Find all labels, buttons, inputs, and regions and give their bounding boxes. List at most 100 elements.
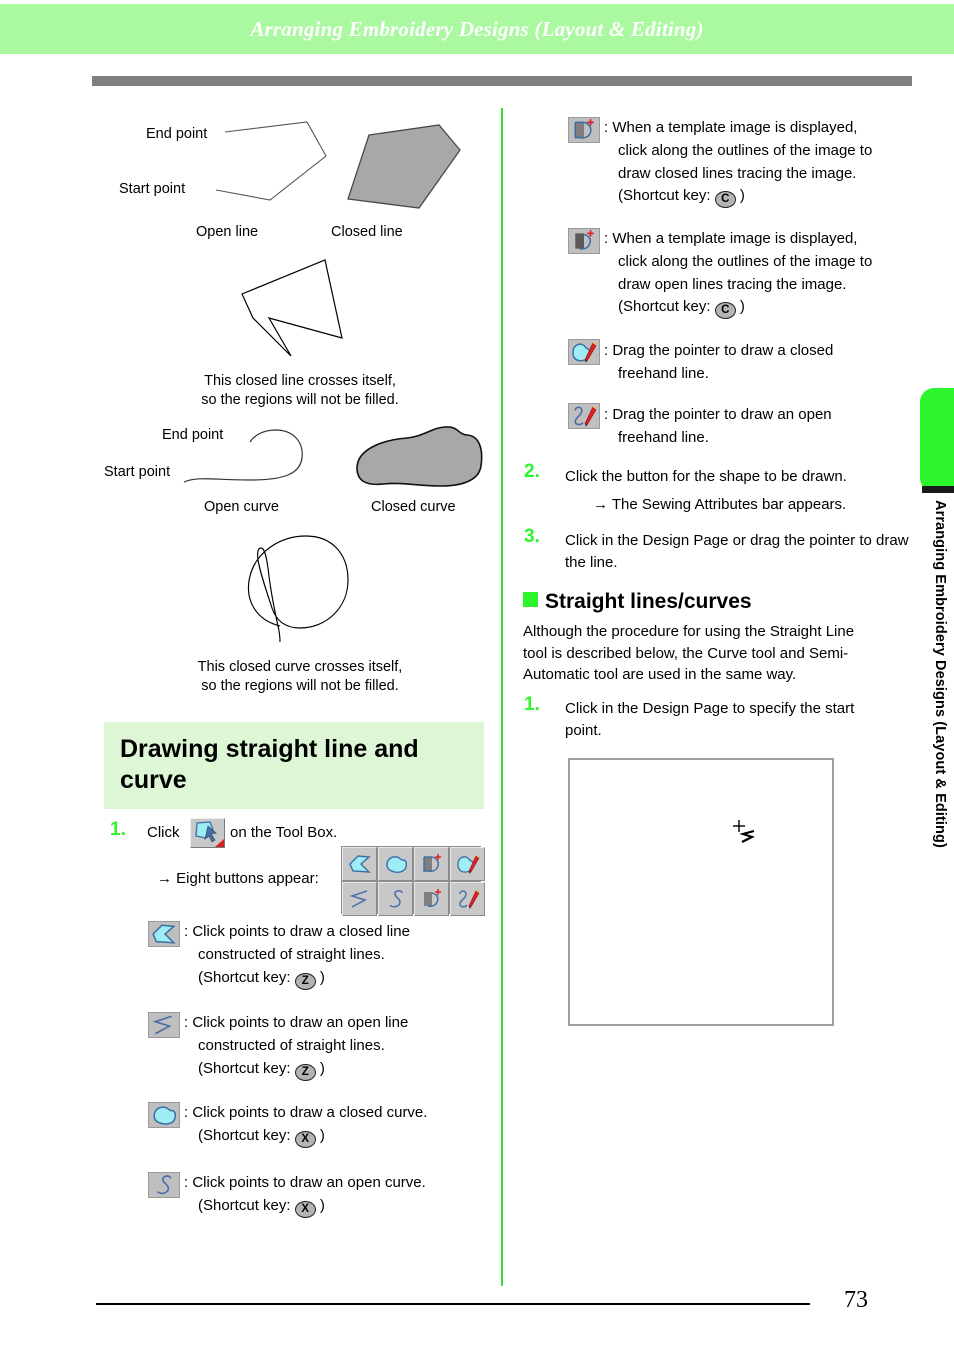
step-2-result: → The Sewing Attributes bar appears. (593, 496, 847, 513)
def-icon-open-curve[interactable] (148, 1172, 180, 1198)
semi-auto-closed-icon (422, 854, 441, 872)
def-shortcut-suffix: ) (319, 1059, 325, 1077)
figure-closed-line-label: Closed line (331, 224, 403, 240)
def-line2: click along the outlines of the image to (618, 141, 873, 159)
def-shortcut-prefix: (Shortcut key: (198, 1126, 291, 1144)
def-text-open-straight-line: : Click points to draw an open line cons… (184, 1012, 484, 1081)
def-shortcut-prefix: (Shortcut key: (618, 187, 711, 205)
def-shortcut-prefix: (Shortcut key: (618, 298, 711, 316)
def-colon: : (184, 1014, 189, 1031)
substep-1-text: Click in the Design Page to specify the … (565, 698, 925, 742)
self-crossing-line-figure (241, 259, 343, 357)
page-number: 73 (844, 1287, 868, 1313)
def-icon-freehand-closed[interactable] (568, 339, 600, 365)
subsection-para-line2: tool is described below, the Curve tool … (523, 644, 849, 662)
def-line3: draw closed lines tracing the image. (618, 164, 857, 182)
step-3-text: Click in the Design Page or drag the poi… (565, 532, 909, 571)
def-shortcut-suffix: ) (739, 187, 745, 205)
section-heading: Drawing straight line and curve (104, 722, 484, 809)
def-colon: : (604, 342, 609, 359)
step-1-text-before: Click (147, 824, 180, 841)
page-header-title: Arranging Embroidery Designs (Layout & E… (250, 17, 704, 41)
footer-rule (96, 1303, 810, 1305)
palette-button-closed-straight-line[interactable] (342, 847, 377, 881)
closed-curve-icon (153, 1106, 177, 1125)
def-icon-freehand-open[interactable] (568, 403, 600, 429)
palette-button-open-curve[interactable] (378, 882, 413, 916)
header-rule (92, 76, 912, 86)
manual-page: Arranging Embroidery Designs (Layout & E… (0, 0, 954, 1348)
def-line1: Drag the pointer to draw a closed (612, 342, 834, 359)
def-shortcut-prefix: (Shortcut key: (198, 968, 291, 986)
open-line-figure (215, 121, 327, 201)
def-icon-semi-auto-closed[interactable] (568, 117, 600, 143)
step-1-result: → Eight buttons appear: (157, 870, 319, 887)
palette-button-freehand-closed[interactable] (450, 847, 485, 881)
toolbox-shape-button-icon (195, 821, 224, 847)
def-icon-open-straight-line[interactable] (148, 1012, 180, 1038)
def-colon: : (604, 119, 609, 136)
def-shortcut-suffix: ) (319, 1126, 325, 1144)
design-page-canvas[interactable] (568, 758, 834, 1026)
figure-open-curve-label: Open curve (204, 499, 279, 515)
closed-line-figure (347, 124, 461, 209)
def-text-closed-curve: : Click points to draw a closed curve. (… (184, 1102, 484, 1148)
def-line2: click along the outlines of the image to (618, 252, 873, 270)
def-shortcut-suffix: ) (319, 1196, 325, 1214)
eight-buttons-palette[interactable] (341, 846, 485, 916)
figure-curve-caption: This closed curve crosses itself, so the… (110, 658, 490, 696)
freehand-open-icon (458, 889, 479, 909)
freehand-closed-icon (572, 341, 597, 363)
closed-curve-icon (385, 856, 407, 873)
closed-straight-line-icon (348, 855, 371, 873)
step-2-text: Click the button for the shape to be dra… (565, 468, 847, 485)
def-icon-semi-auto-open[interactable] (568, 228, 600, 254)
open-curve-figure (183, 429, 303, 483)
palette-button-closed-curve[interactable] (378, 847, 413, 881)
open-curve-icon (388, 890, 403, 908)
figure-line-caption: This closed line crosses itself, so the … (110, 372, 490, 410)
def-text-semi-auto-open: : When a template image is displayed, cl… (604, 228, 924, 320)
def-icon-closed-curve[interactable] (148, 1102, 180, 1128)
def-line2: constructed of straight lines. (198, 1036, 385, 1054)
freehand-open-icon (574, 405, 597, 427)
substep-1-line1: Click in the Design Page to specify the … (565, 700, 855, 717)
figure-curve-caption-line1: This closed curve crosses itself, (197, 659, 403, 675)
palette-button-freehand-open[interactable] (450, 882, 485, 916)
def-icon-closed-straight-line[interactable] (148, 921, 180, 947)
def-line3: draw open lines tracing the image. (618, 275, 847, 293)
figure-line-caption-line2: so the regions will not be filled. (201, 391, 399, 408)
def-line1: Click points to draw an open line (192, 1014, 409, 1031)
side-tab-shadow (922, 486, 954, 493)
semi-auto-open-icon (423, 889, 441, 907)
def-line1: Click points to draw an open curve. (192, 1174, 426, 1191)
shortcut-keycap-c: C (714, 302, 736, 320)
def-colon: : (184, 1174, 189, 1191)
def-line2: freehand line. (618, 364, 709, 382)
def-colon: : (604, 230, 609, 247)
subsection-para-line1: Although the procedure for using the Str… (523, 623, 855, 640)
subsection-para-line3: Automatic tool are used in the same way. (523, 666, 797, 684)
toolbox-shape-button[interactable] (190, 818, 225, 848)
side-tab-label: Arranging Embroidery Designs (Layout & E… (932, 500, 948, 848)
palette-button-semi-auto-closed[interactable] (414, 847, 449, 881)
def-colon: : (184, 923, 189, 940)
figure-line-end-point-label: End point (146, 126, 208, 142)
substep-1-number: 1 (524, 694, 540, 716)
figure-curve-start-point-label: Start point (104, 464, 171, 480)
def-shortcut-prefix: (Shortcut key: (198, 1059, 291, 1077)
subsection-heading-label: Straight lines/curves (545, 590, 752, 613)
closed-straight-line-icon (152, 924, 176, 944)
substep-1-line2: point. (565, 721, 602, 739)
self-crossing-curve-figure (248, 535, 349, 643)
palette-button-semi-auto-open[interactable] (414, 882, 449, 916)
green-square-bullet-icon (523, 592, 538, 607)
step-1-number: 1 (110, 819, 126, 841)
side-tab-marker (920, 388, 954, 492)
figure-closed-curve-label: Closed curve (371, 499, 456, 515)
semi-auto-open-icon (575, 230, 594, 250)
palette-button-open-straight-line[interactable] (342, 882, 377, 916)
def-text-closed-straight-line: : Click points to draw a closed line con… (184, 921, 484, 990)
shortcut-keycap-x: X (294, 1130, 316, 1148)
subsection-paragraph: Although the procedure for using the Str… (523, 621, 923, 686)
